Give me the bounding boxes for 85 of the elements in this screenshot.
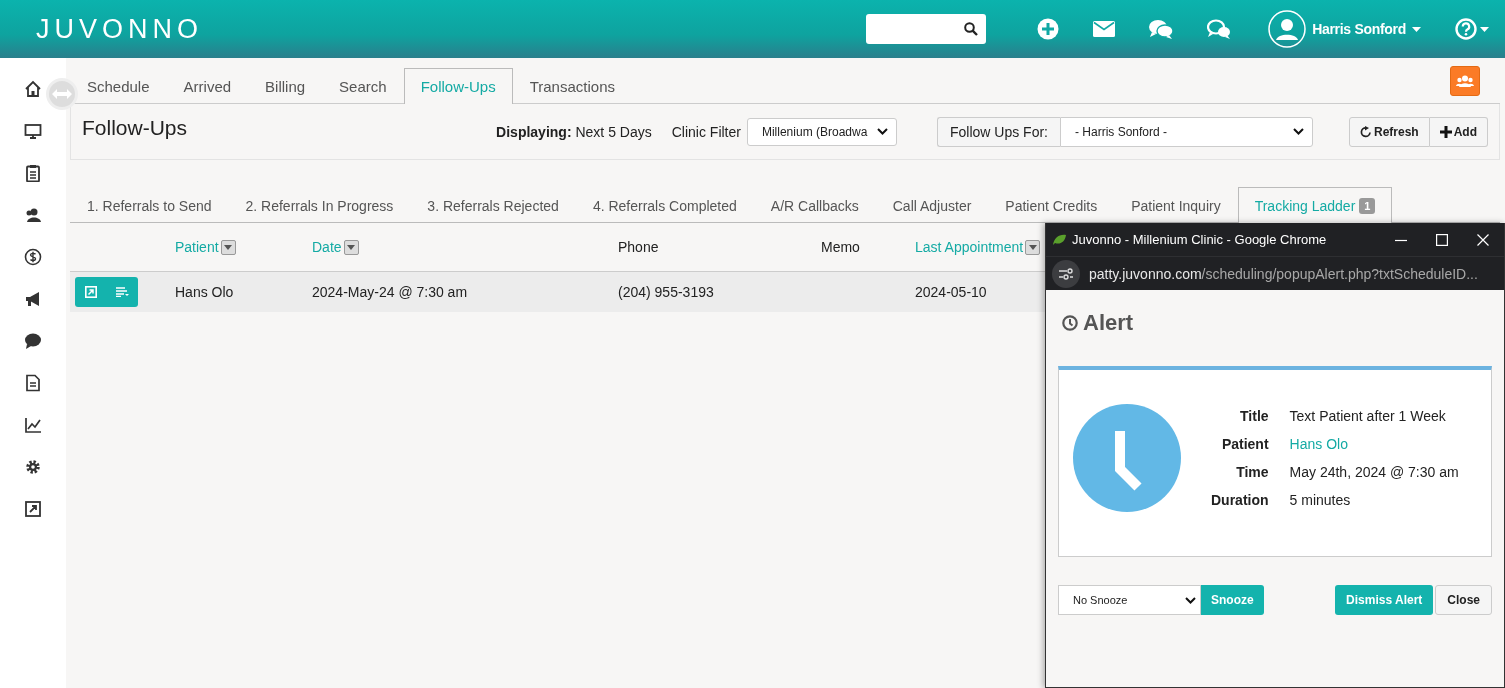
sub-tab[interactable]: 1. Referrals to Send — [70, 187, 229, 223]
search-icon — [964, 22, 979, 36]
field-label: Time — [1235, 463, 1269, 481]
monitor-icon[interactable] — [24, 122, 42, 140]
megaphone-icon[interactable] — [24, 290, 42, 308]
nav-tab[interactable]: Billing — [248, 68, 323, 104]
document-icon[interactable] — [24, 374, 42, 392]
dollar-icon[interactable] — [24, 248, 42, 266]
sub-tab[interactable]: 2. Referrals In Progress — [228, 187, 411, 223]
chat-bubbles-icon[interactable] — [1149, 19, 1174, 39]
clock-icon — [1073, 404, 1181, 512]
caret-icon — [224, 244, 233, 250]
count-badge: 1 — [1359, 197, 1376, 214]
line-chart-icon[interactable] — [24, 416, 42, 434]
table-cell-text: (204) 955-3193 — [618, 284, 715, 300]
snooze-select[interactable]: No Snooze — [1058, 585, 1201, 615]
sort-dropdown[interactable] — [343, 239, 359, 255]
nav-tab[interactable]: Search — [322, 68, 404, 104]
displaying-text: Displaying: Next 5 Days — [496, 123, 652, 140]
double-arrow-icon — [52, 89, 72, 99]
settings-icon[interactable] — [24, 458, 42, 476]
home-icon[interactable] — [24, 80, 42, 98]
refresh-icon — [1360, 125, 1372, 138]
nav-tab[interactable]: Schedule — [81, 68, 167, 104]
close-button[interactable]: Close — [1435, 585, 1492, 615]
chevron-icon — [876, 128, 888, 135]
caret-icon — [347, 244, 356, 250]
users-icon[interactable] — [24, 206, 42, 224]
field-value: May 24th, 2024 @ 7:30 am — [1289, 463, 1459, 481]
clipboard-icon[interactable] — [24, 164, 42, 182]
close-icon[interactable] — [1477, 233, 1489, 246]
alert-heading: Alert — [1083, 310, 1134, 336]
field-value: 5 minutes — [1289, 491, 1352, 509]
clock-icon — [1062, 315, 1078, 331]
speech-bubble-icon[interactable] — [24, 332, 42, 350]
maximize-icon[interactable] — [1436, 233, 1448, 246]
add-button[interactable]: Add — [1429, 116, 1488, 147]
users-icon — [1456, 75, 1474, 87]
sub-tab-label: Tracking Ladder — [1254, 197, 1356, 214]
sub-tab[interactable]: 3. Referrals Rejected — [410, 187, 576, 223]
table-cell-text: 2024-May-24 @ 7:30 am — [312, 284, 469, 300]
search-field[interactable] — [866, 14, 987, 44]
mail-icon[interactable] — [1093, 21, 1116, 37]
table-cell-text: 2024-05-10 — [915, 284, 988, 300]
sub-tab[interactable]: A/R Callbacks — [753, 187, 876, 223]
field-value: Text Patient after 1 Week — [1289, 407, 1447, 425]
window-title: Juvonno - Millenium Clinic - Google Chrome — [1072, 232, 1327, 247]
table-cell-text: Hans Olo — [175, 284, 235, 300]
column-header: Phone — [618, 239, 659, 255]
sub-tab[interactable]: Patient Credits — [988, 187, 1115, 223]
external-link-icon[interactable] — [24, 500, 42, 518]
chevron-icon — [1185, 596, 1196, 604]
chat-outline-icon[interactable] — [1207, 19, 1232, 39]
sort-dropdown[interactable] — [1025, 239, 1041, 255]
chevron-icon — [1293, 128, 1304, 135]
nav-tab[interactable]: Transactions — [512, 68, 632, 104]
sliders-icon — [1059, 267, 1073, 280]
nav-tab[interactable]: Arrived — [166, 68, 249, 104]
site-settings-button[interactable] — [1052, 259, 1080, 288]
caret-icon[interactable] — [1412, 26, 1421, 32]
clinic-filter-select[interactable]: Millenium (Broadwa — [746, 117, 897, 146]
plus-icon — [1439, 125, 1452, 138]
plus-circle-icon[interactable] — [1037, 18, 1060, 40]
field-label: Patient — [1220, 435, 1269, 453]
sub-tab[interactable]: Patient Inquiry — [1114, 187, 1238, 223]
help-icon[interactable] — [1455, 18, 1477, 40]
sort-dropdown[interactable] — [220, 239, 236, 255]
caret-icon — [1028, 244, 1037, 250]
avatar-icon[interactable] — [1268, 10, 1307, 48]
field-label: Title — [1239, 407, 1269, 425]
follow-ups-for-label: Follow Ups For: — [936, 116, 1060, 147]
caret-icon[interactable] — [1480, 26, 1489, 32]
group-button[interactable] — [1450, 66, 1480, 96]
collapse-toggle[interactable] — [46, 78, 78, 110]
clinic-filter-label: Clinic Filter — [671, 123, 741, 140]
field-label: Duration — [1211, 491, 1269, 509]
leaf-icon — [1052, 233, 1066, 246]
sub-tab[interactable]: 4. Referrals Completed — [575, 187, 754, 223]
sub-tab[interactable]: Call Adjuster — [875, 187, 989, 223]
follow-ups-for-select[interactable]: - Harris Sonford - — [1060, 116, 1313, 147]
page-title: Follow-Ups — [82, 115, 188, 140]
column-header: Memo — [821, 239, 860, 255]
list-icon[interactable] — [115, 287, 129, 297]
row-actions[interactable] — [75, 277, 138, 307]
refresh-button[interactable]: Refresh — [1349, 116, 1430, 147]
